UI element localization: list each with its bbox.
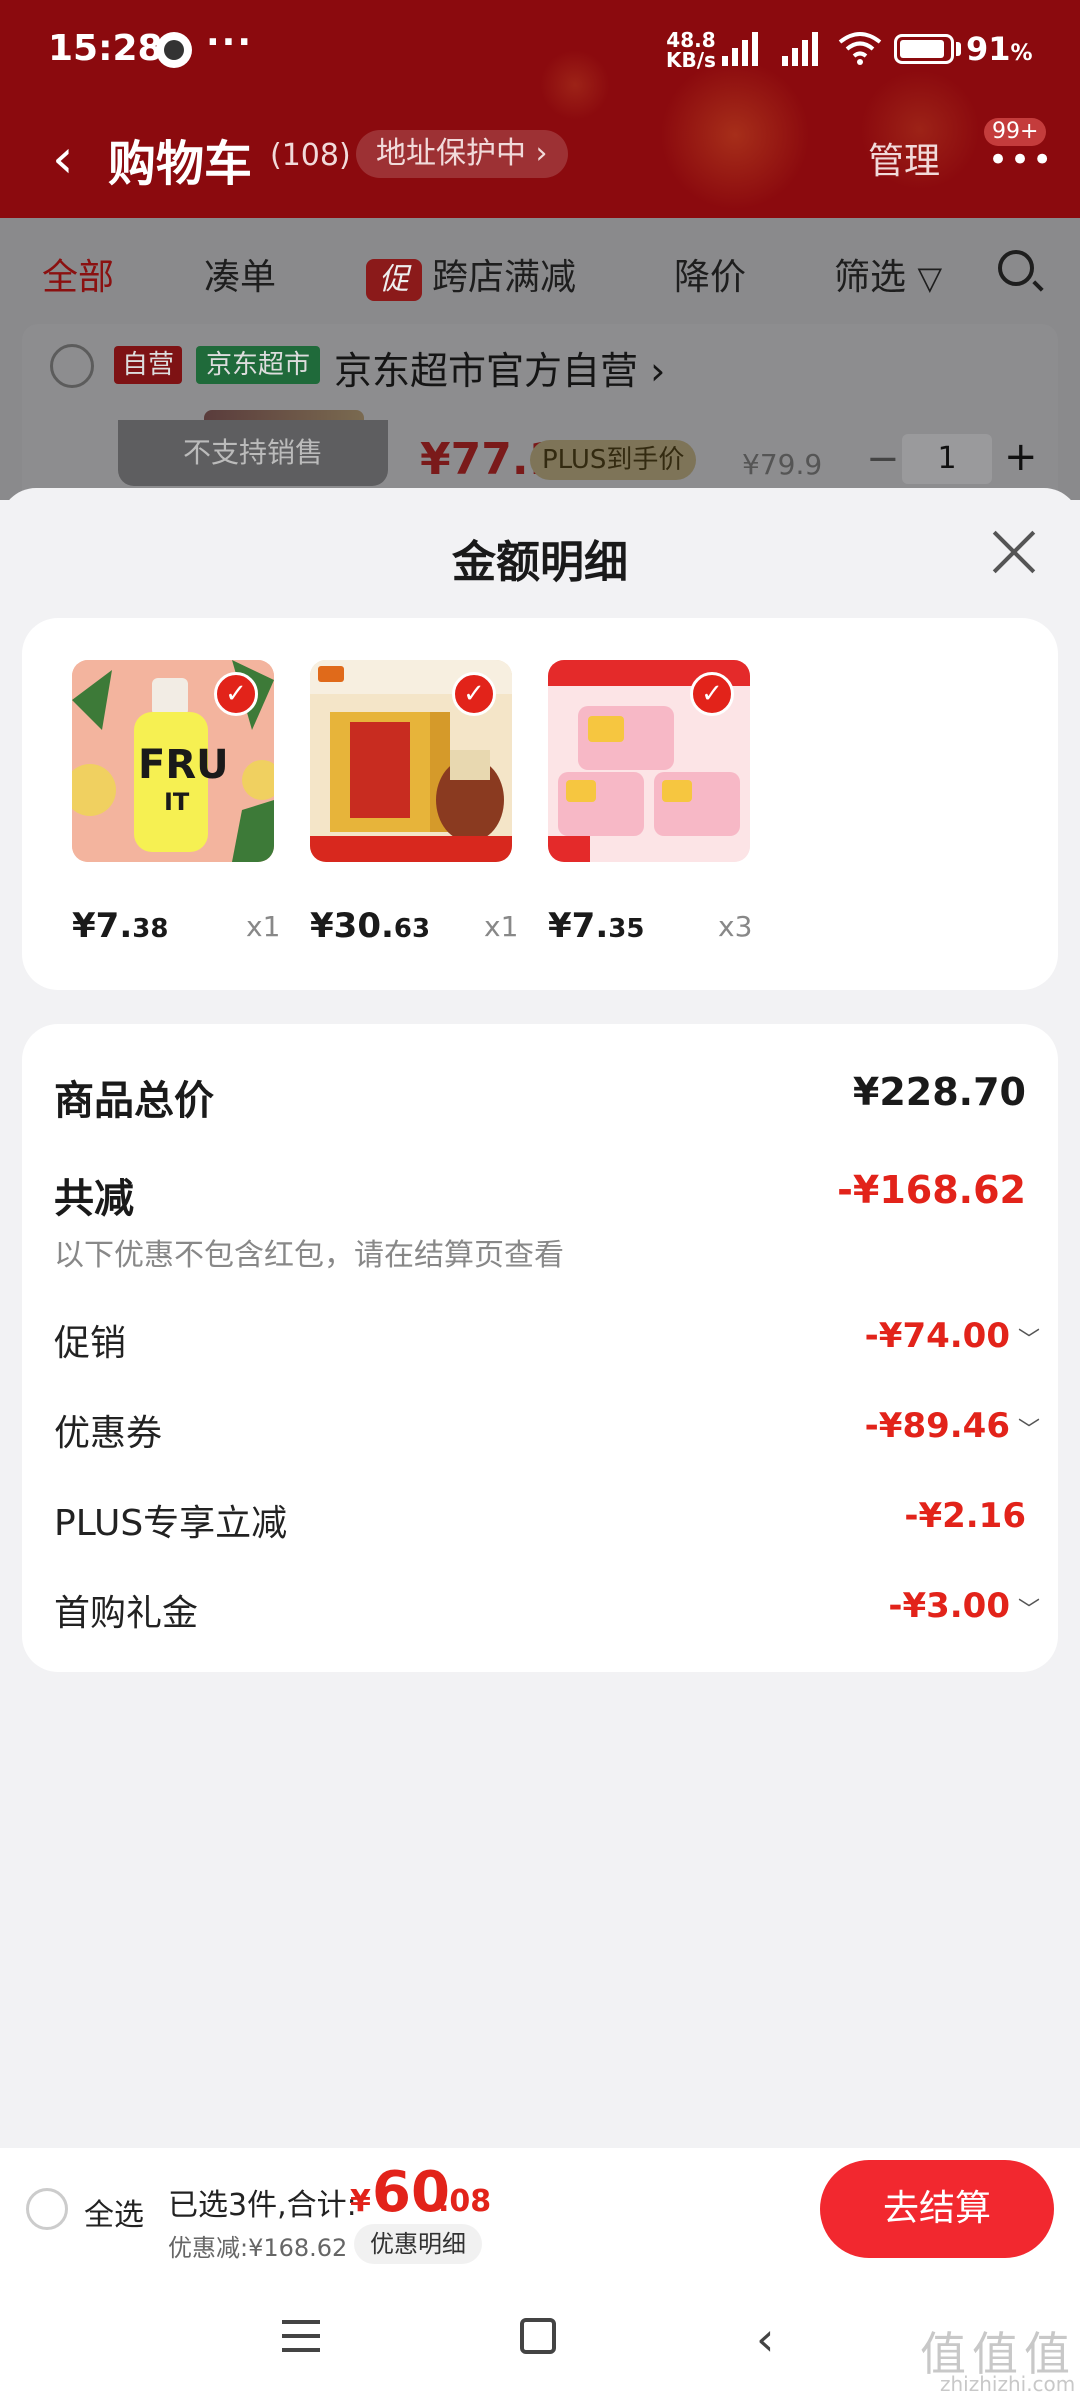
notification-icon — [156, 32, 192, 68]
coupon-value[interactable]: -¥89.46 — [865, 1406, 1010, 1446]
first-buy-gift-value[interactable]: -¥3.00 — [888, 1586, 1010, 1626]
chevron-down-icon[interactable]: ﹀ — [1018, 1322, 1040, 1354]
net-speed: 48.8 KB/s — [666, 28, 716, 72]
back-icon[interactable]: ‹ — [756, 2316, 774, 2362]
search-icon[interactable] — [998, 250, 1034, 286]
more-dots-icon[interactable]: ••• — [988, 140, 1054, 180]
select-all-radio[interactable] — [26, 2188, 68, 2230]
product-price: ¥7.38 — [72, 906, 169, 946]
total-currency: ¥ — [350, 2184, 371, 2219]
svg-text:FRU: FRU — [138, 742, 229, 788]
plus-price-tag: PLUS到手价 — [530, 440, 697, 480]
battery-tip — [956, 42, 961, 56]
tab-price-drop[interactable]: 降价 — [674, 248, 746, 300]
total-reduce-value: -¥168.62 — [837, 1168, 1026, 1212]
promotion-value[interactable]: -¥74.00 — [865, 1316, 1010, 1356]
selected-check-icon: ✓ — [214, 672, 258, 716]
tab-all[interactable]: 全部 — [42, 248, 114, 300]
close-icon[interactable] — [990, 528, 1038, 576]
filter-icon: ▽ — [917, 259, 943, 297]
select-all-label[interactable]: 全选 — [84, 2190, 144, 2234]
chevron-left-icon[interactable]: ‹ — [52, 132, 74, 186]
signal-icon — [782, 30, 826, 66]
promo-icon: 促 — [366, 259, 422, 301]
selected-summary: 已选3件,合计: — [168, 2188, 357, 2223]
tab-cross-store[interactable]: 促跨店满减 — [366, 248, 576, 301]
quantity-plus-button[interactable]: + — [1004, 434, 1038, 480]
tab-bar: 全部 凑单 促跨店满减 降价 筛选 ▽ — [0, 218, 1080, 322]
product-qty: x1 — [484, 910, 519, 943]
original-price: ¥79.9 — [742, 448, 823, 481]
plus-discount-value: -¥2.16 — [904, 1496, 1026, 1536]
manage-button[interactable]: 管理 — [868, 132, 940, 184]
address-protect-pill[interactable]: 地址保护中 › — [356, 130, 568, 178]
self-operated-tag: 自营 — [114, 346, 183, 384]
discount-note: 以下优惠不包含红包，请在结算页查看 — [54, 1238, 564, 1273]
supermarket-tag: 京东超市 — [196, 346, 321, 384]
product-price: ¥7.35 — [548, 906, 645, 946]
svg-text:IT: IT — [164, 788, 190, 816]
cart-count: (108) — [270, 138, 351, 173]
status-bar: 15:28 ··· 48.8 KB/s 91% — [0, 0, 1080, 100]
product-price: ¥30.63 — [310, 906, 431, 946]
total-reduce-label: 共减 — [54, 1176, 134, 1222]
chevron-down-icon[interactable]: ﹀ — [1018, 1412, 1040, 1444]
quantity-minus-button[interactable]: − — [866, 436, 900, 482]
checkout-button[interactable]: 去结算 — [820, 2160, 1054, 2258]
status-more: ··· — [206, 22, 254, 63]
selected-check-icon: ✓ — [690, 672, 734, 716]
watermark-url: zhizhizhi.com — [940, 2372, 1076, 2396]
total-amount-decimal: .08 — [438, 2184, 492, 2219]
product-qty: x1 — [246, 910, 281, 943]
discount-detail-button[interactable]: 优惠明细 — [354, 2224, 482, 2264]
quantity-input[interactable]: 1 — [902, 434, 992, 484]
promotion-label: 促销 — [54, 1323, 127, 1364]
shop-name[interactable]: 京东超市官方自营 › — [334, 340, 665, 395]
battery-percent: 91% — [966, 30, 1033, 68]
selected-check-icon: ✓ — [452, 672, 496, 716]
signal-icon — [722, 30, 766, 66]
chevron-down-icon[interactable]: ﹀ — [1018, 1592, 1040, 1624]
total-price-value: ¥228.70 — [852, 1070, 1026, 1114]
coupon-label: 优惠券 — [54, 1413, 163, 1454]
battery-icon — [894, 34, 954, 64]
shop-select-radio[interactable] — [50, 344, 94, 388]
status-time: 15:28 — [48, 28, 163, 69]
first-buy-gift-label: 首购礼金 — [54, 1593, 199, 1634]
total-price-label: 商品总价 — [54, 1078, 214, 1124]
product-qty: x3 — [718, 910, 753, 943]
menu-icon[interactable] — [282, 2320, 320, 2352]
sheet-title: 金额明细 — [452, 537, 628, 588]
unsupported-label: 不支持销售 — [118, 420, 388, 486]
home-icon[interactable] — [520, 2318, 556, 2354]
discount-summary: 优惠减:¥168.62 — [168, 2234, 348, 2262]
page-title: 购物车 — [108, 136, 253, 192]
wifi-icon — [838, 32, 882, 65]
plus-discount-label: PLUS专享立减 — [54, 1503, 288, 1544]
tab-bundle[interactable]: 凑单 — [204, 248, 276, 300]
message-badge: 99+ — [984, 118, 1047, 146]
tab-filter[interactable]: 筛选 ▽ — [834, 248, 942, 300]
